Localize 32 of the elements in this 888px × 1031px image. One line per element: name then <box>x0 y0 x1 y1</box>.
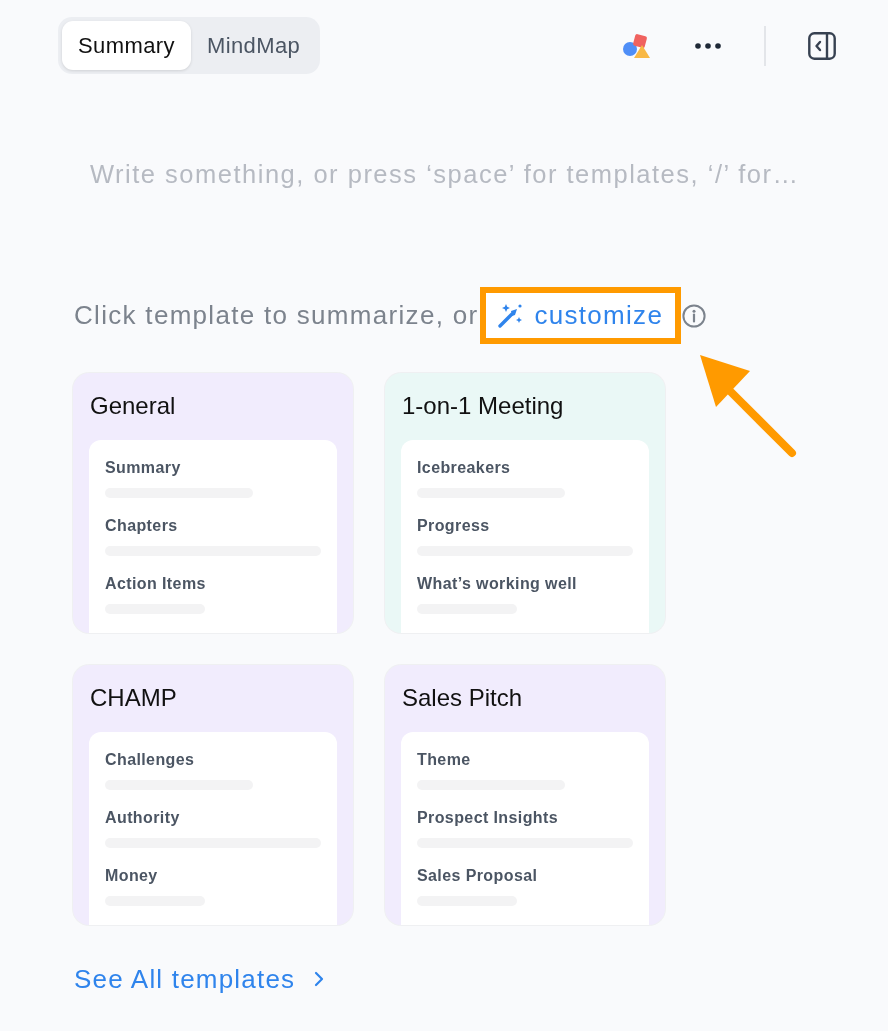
section-label: Money <box>105 866 159 886</box>
section-label: Theme <box>417 750 472 770</box>
customize-link[interactable]: customize <box>534 300 664 331</box>
template-card[interactable]: 1-on-1 Meeting Icebreakers Progress What’s working well <box>385 373 665 633</box>
section-label: What’s working well <box>417 574 578 594</box>
see-all-templates-link[interactable]: See All templates <box>74 963 325 995</box>
section-label: Prospect Insights <box>417 808 560 828</box>
template-hint: Click template to summarize, or <box>74 300 479 331</box>
shapes-icon[interactable] <box>622 32 650 59</box>
card-title: Sales Pitch <box>401 683 524 713</box>
tab[interactable]: MindMap <box>190 21 317 70</box>
template-card[interactable]: CHAMP Challenges Authority Money <box>73 665 353 925</box>
section-label: Summary <box>105 458 182 478</box>
section-label: Sales Proposal <box>417 866 539 886</box>
info-icon[interactable] <box>682 303 707 328</box>
template-card[interactable]: Sales Pitch Theme Prospect Insights Sales Proposal <box>385 665 665 925</box>
editor-field[interactable]: Write something, or press ‘space’ for templates, ‘/’ for… <box>90 154 860 194</box>
section-label: Authority <box>105 808 181 828</box>
sidebar-toggle-icon[interactable] <box>808 31 836 60</box>
more-icon[interactable] <box>695 42 721 49</box>
card-title: CHAMP <box>89 683 178 713</box>
section-label: Chapters <box>105 516 179 536</box>
section-label: Progress <box>417 516 491 536</box>
card-title: 1-on-1 Meeting <box>401 391 565 421</box>
template-card[interactable]: General Summary Chapters Action Items <box>73 373 353 633</box>
section-label: Challenges <box>105 750 196 770</box>
magic-wand-icon <box>497 302 524 329</box>
tab[interactable]: Summary <box>62 21 191 70</box>
chevron-right-icon <box>314 971 325 987</box>
card-title: General <box>89 391 177 421</box>
section-label: Icebreakers <box>417 458 512 478</box>
section-label: Action Items <box>105 574 207 594</box>
